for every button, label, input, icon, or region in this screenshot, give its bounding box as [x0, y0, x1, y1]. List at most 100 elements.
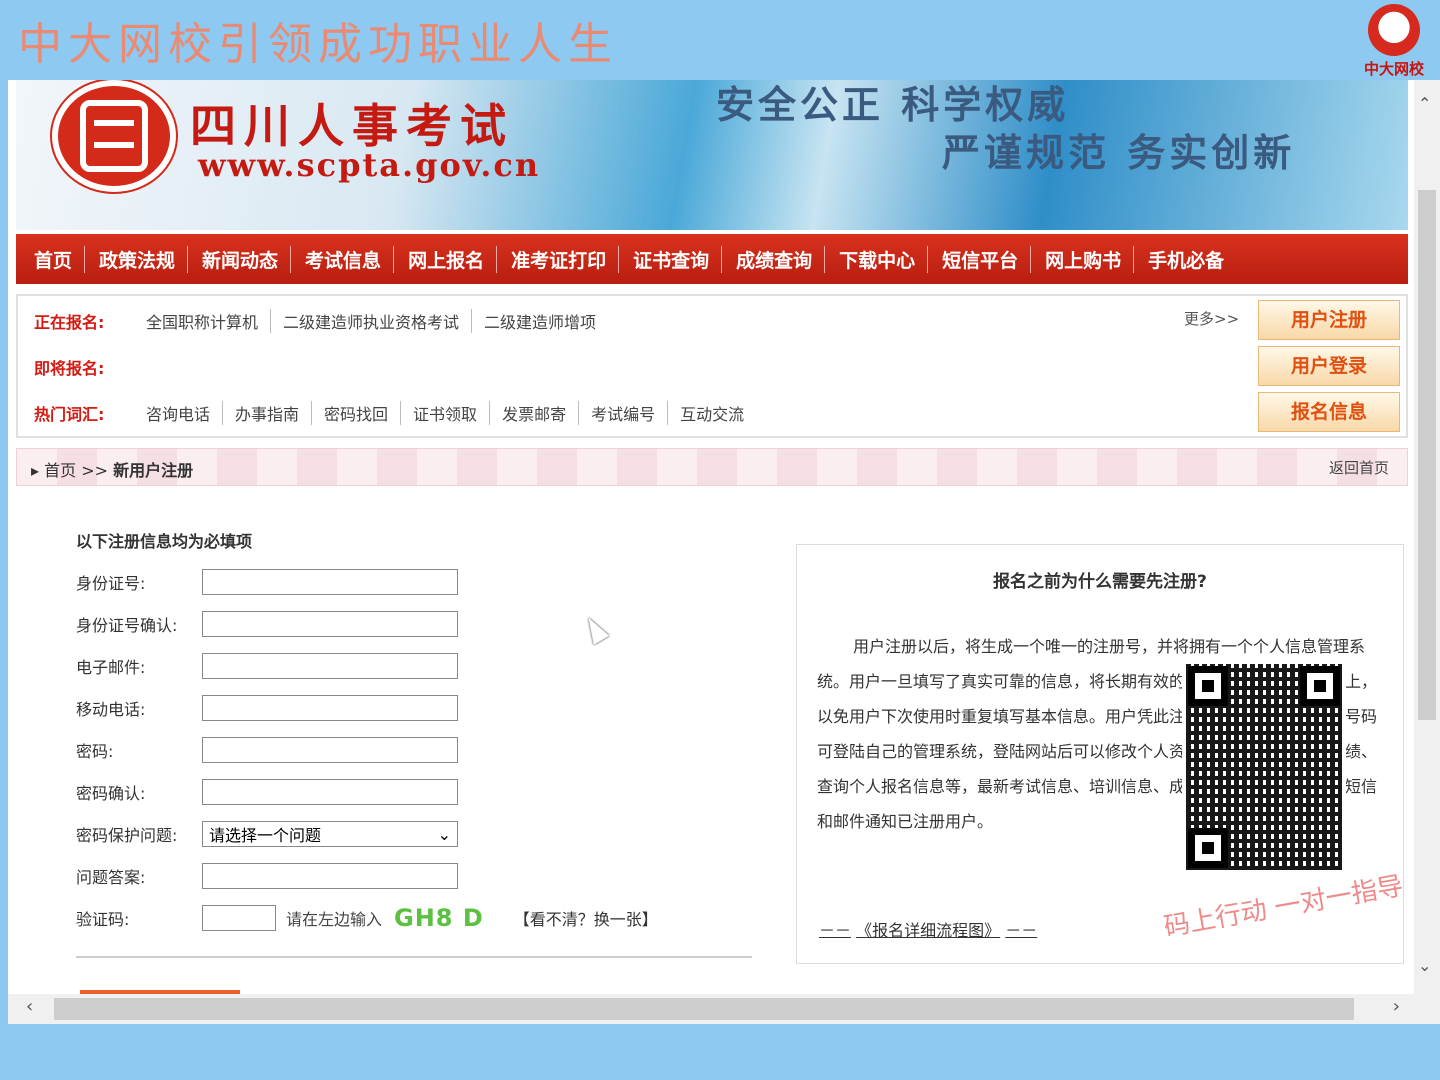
form-row-answer: 问题答案:: [76, 862, 458, 890]
overlay-slogan: 中大网校引领成功职业人生: [18, 19, 618, 70]
password-confirm-label: 密码确认:: [76, 784, 146, 803]
qr-finder-icon: [1188, 666, 1228, 706]
notice-title: 报名之前为什么需要先注册?: [993, 572, 1207, 592]
brand-logo-text: 中大网校: [1363, 60, 1424, 78]
breadcrumb-current: 新用户注册: [113, 461, 194, 480]
user-login-button[interactable]: 用户登录: [1258, 346, 1400, 386]
more-link[interactable]: 更多>>: [1184, 308, 1239, 329]
qr-finder-icon: [1188, 828, 1228, 868]
security-question-select[interactable]: 请选择一个问题 ⌄: [202, 821, 458, 847]
answer-label: 问题答案:: [76, 868, 146, 887]
scroll-down-icon[interactable]: ⌄: [1418, 956, 1431, 975]
nav-item-book-purchase[interactable]: 网上购书: [1045, 245, 1135, 273]
nav-item-sms-platform[interactable]: 短信平台: [942, 245, 1032, 273]
screen: 中大网校引领成功职业人生 中大网校 四川人事考试 www.scpta.gov.c…: [0, 0, 1440, 1080]
nav-item-certificate-query[interactable]: 证书查询: [633, 245, 723, 273]
nav-item-policy[interactable]: 政策法规: [99, 245, 189, 273]
horizontal-scrollbar[interactable]: ‹ ›: [8, 994, 1414, 1024]
email-input[interactable]: [202, 653, 458, 679]
vertical-scrollbar[interactable]: ⌃ ⌄: [1414, 80, 1440, 1024]
user-register-button[interactable]: 用户注册: [1258, 300, 1400, 340]
breadcrumb-home[interactable]: 首页: [44, 461, 76, 480]
registering-label: 正在报名:: [34, 313, 105, 332]
hot-link-invoice-mail[interactable]: 发票邮寄: [490, 401, 580, 425]
password-confirm-input[interactable]: [202, 779, 458, 805]
registering-link[interactable]: 全国职称计算机: [134, 309, 272, 333]
hot-link-exam-number[interactable]: 考试编号: [579, 401, 669, 425]
answer-input[interactable]: [202, 863, 458, 889]
hot-link-certificate-pickup[interactable]: 证书领取: [401, 401, 491, 425]
upcoming-label: 即将报名:: [34, 359, 105, 378]
captcha-hint: 请在左边输入: [286, 910, 383, 929]
site-seal-logo: [52, 80, 176, 192]
form-divider: [76, 956, 752, 958]
mobile-label: 移动电话:: [76, 700, 146, 719]
id-confirm-input[interactable]: [202, 611, 458, 637]
registration-flowchart-link[interactable]: 《报名详细流程图》: [856, 921, 1000, 940]
overlay-top-bar: 中大网校引领成功职业人生 中大网校: [0, 0, 1440, 80]
nav-item-score-query[interactable]: 成绩查询: [736, 245, 826, 273]
chevron-down-icon: ⌄: [437, 824, 451, 844]
registration-info-button[interactable]: 报名信息: [1258, 392, 1400, 432]
form-title: 以下注册信息均为必填项: [76, 532, 253, 551]
upcoming-row: 即将报名:: [34, 352, 134, 382]
hot-link-guide[interactable]: 办事指南: [223, 401, 313, 425]
registering-link[interactable]: 二级建造师执业资格考试: [271, 309, 473, 333]
nav-item-online-registration[interactable]: 网上报名: [408, 245, 498, 273]
captcha-refresh-link[interactable]: 【看不清？换一张】: [514, 906, 658, 930]
captcha-input[interactable]: [202, 905, 276, 931]
notice-link-row: －－ 《报名详细流程图》 －－: [819, 917, 1037, 941]
mobile-input[interactable]: [202, 695, 458, 721]
hot-link-interaction[interactable]: 互动交流: [668, 401, 756, 425]
nav-item-admission-print[interactable]: 准考证打印: [511, 245, 620, 273]
breadcrumb-path: ▸ 首页 >> 新用户注册: [31, 457, 193, 481]
registering-link[interactable]: 二级建造师增项: [472, 309, 608, 333]
link-prefix: －－: [819, 921, 852, 940]
scroll-up-icon[interactable]: ⌃: [1418, 94, 1431, 113]
horizontal-scroll-thumb[interactable]: [54, 998, 1354, 1020]
breadcrumb-arrow-icon: ▸: [31, 461, 45, 480]
password-label: 密码:: [76, 742, 114, 761]
nav-item-exam-info[interactable]: 考试信息: [305, 245, 395, 273]
info-box: 正在报名: 全国职称计算机 二级建造师执业资格考试 二级建造师增项 更多>> 即…: [16, 294, 1408, 438]
breadcrumb: ▸ 首页 >> 新用户注册 返回首页: [16, 448, 1408, 486]
qr-code-image: [1182, 660, 1346, 874]
hot-words-label: 热门词汇:: [34, 405, 105, 424]
brand-logo-icon: [1368, 4, 1420, 56]
nav-item-mobile[interactable]: 手机必备: [1148, 246, 1236, 273]
vertical-scroll-thumb[interactable]: [1418, 190, 1436, 720]
scroll-right-icon[interactable]: ›: [1393, 996, 1400, 1017]
hot-link-password-recovery[interactable]: 密码找回: [312, 401, 402, 425]
browser-viewport: 四川人事考试 www.scpta.gov.cn 安全公正 科学权威 严谨规范 务…: [8, 80, 1440, 1024]
id-number-label: 身份证号:: [76, 574, 146, 593]
back-home-link[interactable]: 返回首页: [1329, 457, 1389, 478]
link-suffix: －－: [1005, 921, 1038, 940]
id-number-input[interactable]: [202, 569, 458, 595]
security-question-label: 密码保护问题:: [76, 826, 178, 845]
form-row-id-number: 身份证号:: [76, 568, 458, 596]
hot-link-consult-phone[interactable]: 咨询电话: [134, 401, 224, 425]
overlay-bottom-bar: [0, 1024, 1440, 1080]
seal-glyph-icon: [80, 100, 148, 172]
breadcrumb-separator: >>: [81, 461, 109, 480]
form-row-id-confirm: 身份证号确认:: [76, 610, 458, 638]
nav-item-downloads[interactable]: 下载中心: [839, 245, 929, 273]
scroll-left-icon[interactable]: ‹: [26, 996, 33, 1017]
captcha-label: 验证码:: [76, 910, 130, 929]
site-banner: 四川人事考试 www.scpta.gov.cn 安全公正 科学权威 严谨规范 务…: [16, 80, 1408, 230]
email-label: 电子邮件:: [76, 658, 146, 677]
form-row-security-question: 密码保护问题: 请选择一个问题 ⌄: [76, 820, 458, 848]
captcha-image: GH8 D: [394, 904, 484, 932]
form-row-captcha: 验证码: 请在左边输入 GH8 D 【看不清？换一张】: [76, 904, 658, 932]
form-row-password-confirm: 密码确认:: [76, 778, 458, 806]
main-nav: 首页 政策法规 新闻动态 考试信息 网上报名 准考证打印 证书查询 成绩查询 下…: [16, 234, 1408, 284]
brand-logo: 中大网校: [1354, 4, 1434, 78]
nav-item-news[interactable]: 新闻动态: [202, 245, 292, 273]
hot-words-row: 热门词汇: 咨询电话 办事指南 密码找回 证书领取 发票邮寄 考试编号 互动交流: [34, 398, 756, 428]
registering-row: 正在报名: 全国职称计算机 二级建造师执业资格考试 二级建造师增项: [34, 306, 608, 336]
nav-item-home[interactable]: 首页: [34, 245, 86, 273]
password-input[interactable]: [202, 737, 458, 763]
id-confirm-label: 身份证号确认:: [76, 616, 178, 635]
qr-finder-icon: [1300, 666, 1340, 706]
security-question-value: 请选择一个问题: [209, 826, 322, 845]
